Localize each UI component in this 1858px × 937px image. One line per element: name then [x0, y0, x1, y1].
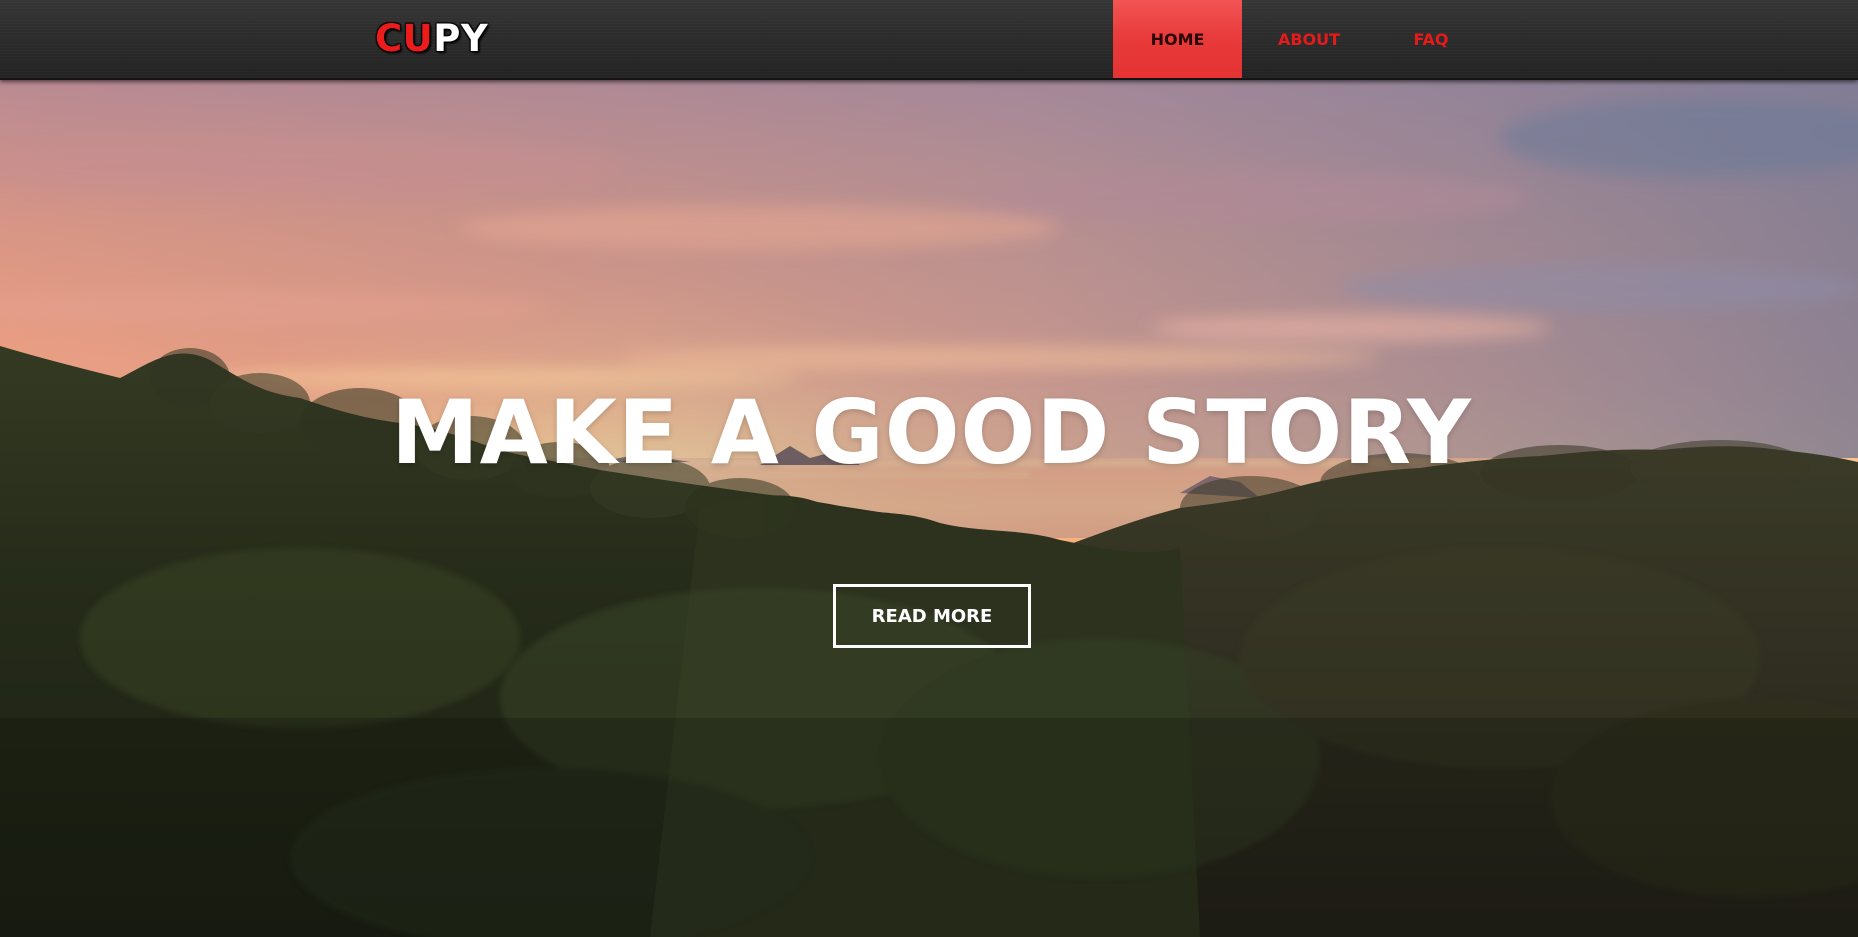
- hero-headline: MAKE A GOOD STORY: [391, 381, 1472, 484]
- logo[interactable]: CUPY: [375, 17, 488, 61]
- nav-item-faq[interactable]: FAQ: [1376, 0, 1486, 78]
- logo-text-red: CU: [375, 17, 434, 60]
- main-nav: HOME ABOUT FAQ: [1113, 0, 1486, 78]
- logo-text-white: PY: [433, 17, 489, 60]
- nav-item-home[interactable]: HOME: [1113, 0, 1242, 78]
- nav-item-about[interactable]: ABOUT: [1242, 0, 1376, 78]
- landing-page: CUPY HOME ABOUT FAQ MAKE A GOOD STORY RE…: [0, 0, 1858, 937]
- hero-section: MAKE A GOOD STORY READ MORE: [0, 78, 1858, 937]
- top-navbar: CUPY HOME ABOUT FAQ: [0, 0, 1858, 80]
- read-more-button[interactable]: READ MORE: [833, 584, 1031, 648]
- hero-background-image: [0, 78, 1858, 937]
